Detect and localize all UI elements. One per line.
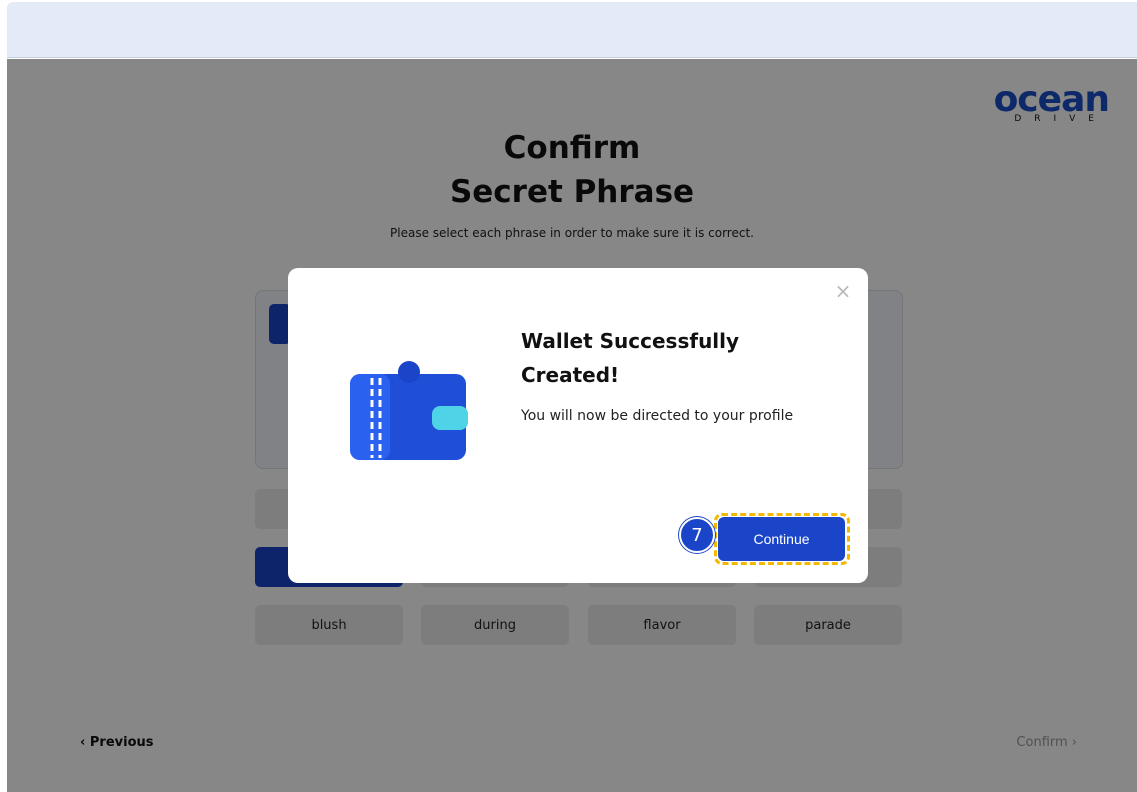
continue-button[interactable]: Continue [718,517,845,561]
top-bar [7,2,1137,58]
browser-frame: ocean DRIVE Confirm Secret Phrase Please… [7,2,1137,792]
modal-title: Wallet Successfully Created! [521,329,740,387]
modal-description: You will now be directed to your profile [521,408,794,424]
success-modal: × Wallet Successfully Created! You will … [288,268,868,583]
wallet-icon [350,361,468,460]
close-icon[interactable]: × [834,281,852,301]
step-badge: 7 [679,517,715,553]
